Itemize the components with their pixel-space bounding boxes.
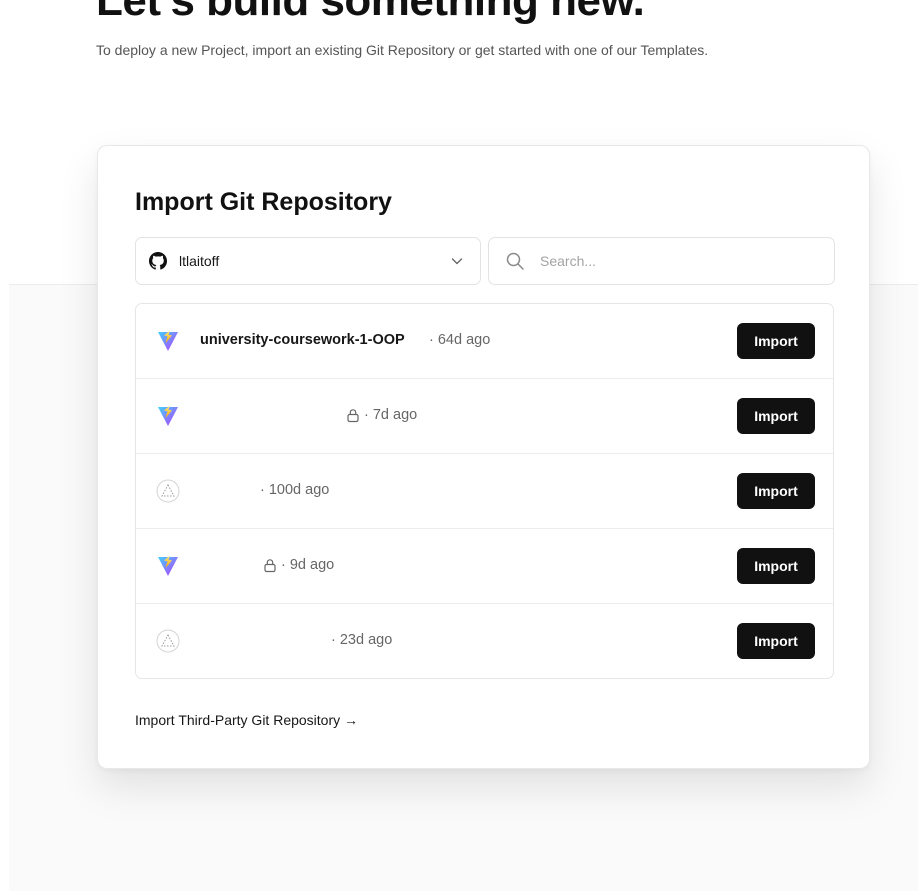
- repo-meta: · 100d ago: [260, 482, 329, 498]
- repo-meta: · 64d ago: [429, 332, 490, 348]
- vite-icon: [156, 404, 180, 428]
- repo-updated-text: · 64d ago: [429, 332, 491, 348]
- vite-icon: [156, 329, 180, 353]
- import-third-party-link[interactable]: Import Third-Party Git Repository →: [135, 712, 358, 728]
- vercel-triangle-icon: [156, 629, 180, 653]
- lock-icon: [346, 408, 360, 423]
- repo-updated-text: · 7d ago: [364, 407, 418, 423]
- import-git-repository-card: Import Git Repository ltlaitoff universi…: [97, 145, 870, 769]
- list-item: · 9d ago Import: [136, 529, 833, 604]
- github-icon: [149, 252, 167, 270]
- page-title: Let's build something new.: [96, 0, 645, 25]
- search-icon: [505, 251, 525, 271]
- repository-list: university-coursework-1-OOP · 64d ago Im…: [135, 303, 834, 679]
- git-account-name: ltlaitoff: [179, 253, 220, 269]
- vercel-triangle-icon: [156, 479, 180, 503]
- list-item: · 7d ago Import: [136, 379, 833, 454]
- lock-icon: [263, 558, 277, 573]
- list-item: · 23d ago Import: [136, 604, 833, 678]
- import-button[interactable]: Import: [737, 323, 815, 359]
- import-button[interactable]: Import: [737, 398, 815, 434]
- chevron-down-icon: [450, 254, 464, 268]
- card-title: Import Git Repository: [135, 188, 392, 216]
- repo-name: university-coursework-1-OOP: [200, 332, 405, 348]
- git-account-select[interactable]: ltlaitoff: [135, 237, 481, 285]
- repository-search: [488, 237, 835, 285]
- repo-updated-text: · 100d ago: [260, 482, 330, 498]
- repo-meta: · 7d ago: [346, 407, 417, 423]
- page-subtitle: To deploy a new Project, import an exist…: [96, 42, 709, 58]
- repo-meta: · 23d ago: [331, 632, 392, 648]
- list-item: · 100d ago Import: [136, 454, 833, 529]
- repo-updated-text: · 23d ago: [331, 632, 393, 648]
- repo-meta: · 9d ago: [263, 557, 334, 573]
- new-project-page: Let's build something new. To deploy a n…: [0, 0, 918, 891]
- import-button[interactable]: Import: [737, 548, 815, 584]
- vite-icon: [156, 554, 180, 578]
- repo-updated-text: · 9d ago: [281, 557, 335, 573]
- import-button[interactable]: Import: [737, 623, 815, 659]
- list-item: university-coursework-1-OOP · 64d ago Im…: [136, 304, 833, 379]
- search-input[interactable]: [538, 252, 812, 270]
- import-button[interactable]: Import: [737, 473, 815, 509]
